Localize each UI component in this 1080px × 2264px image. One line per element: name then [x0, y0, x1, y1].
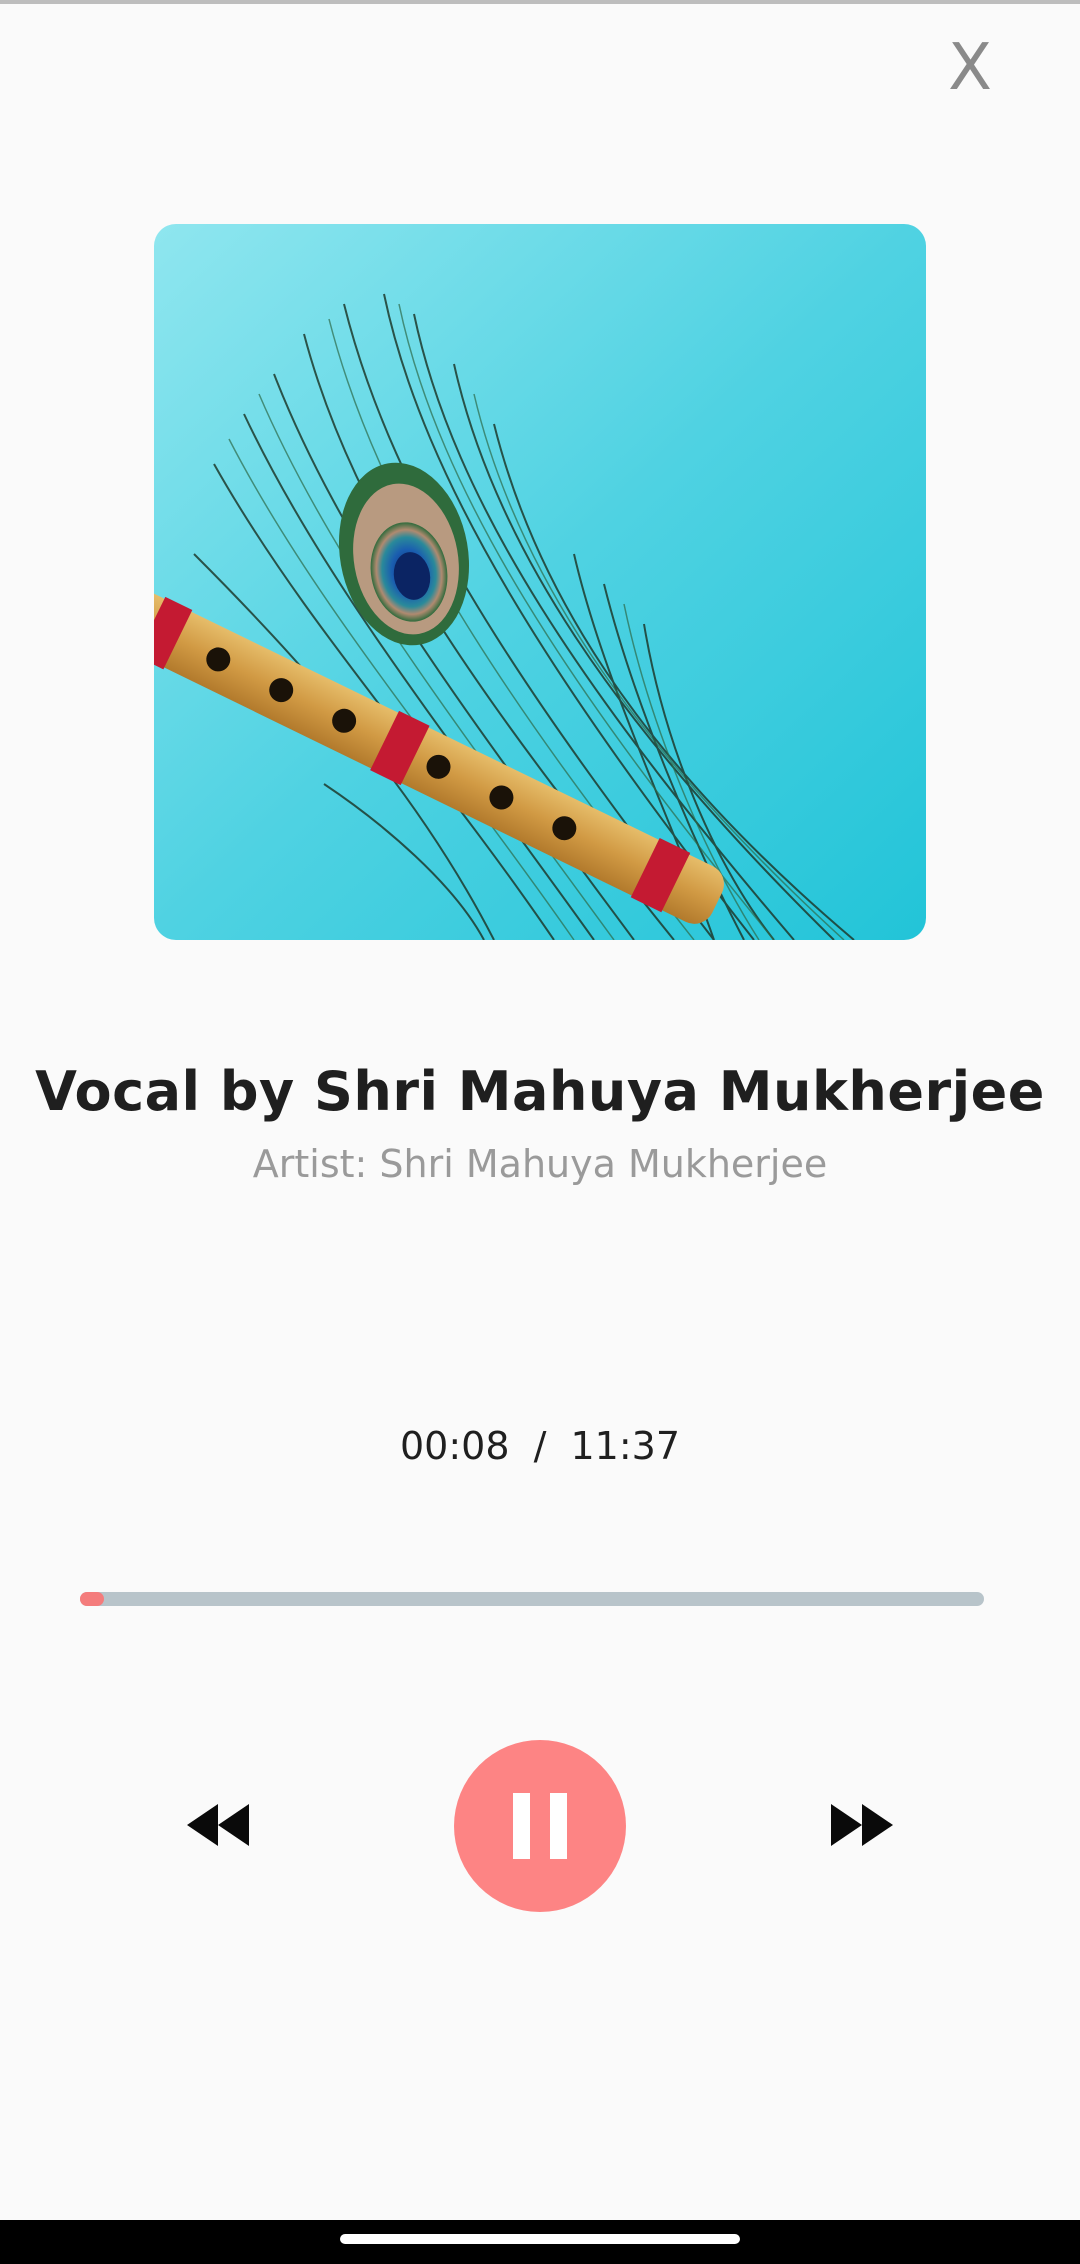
- seek-bar[interactable]: [80, 1592, 984, 1606]
- pause-icon[interactable]: [513, 1793, 567, 1859]
- album-art-image: [154, 224, 926, 940]
- seek-bar-progress[interactable]: [80, 1592, 104, 1606]
- play-pause-button[interactable]: [454, 1740, 626, 1912]
- system-nav-bar: [0, 2220, 1080, 2264]
- close-button[interactable]: X: [930, 28, 1010, 108]
- elapsed-time: 00:08: [399, 1424, 510, 1468]
- song-artist: Artist: Shri Mahuya Mukherjee: [252, 1142, 828, 1186]
- fast-forward-button[interactable]: [812, 1780, 912, 1870]
- rewind-icon[interactable]: [187, 1804, 249, 1846]
- status-divider: [0, 0, 1080, 4]
- fast-forward-icon[interactable]: [831, 1804, 893, 1846]
- rewind-button[interactable]: [168, 1780, 268, 1870]
- close-icon[interactable]: X: [948, 31, 992, 105]
- home-indicator[interactable]: [340, 2234, 740, 2244]
- total-duration: 11:37: [570, 1424, 681, 1468]
- song-title: Vocal by Shri Mahuya Mukherjee: [35, 1060, 1045, 1123]
- album-art: [154, 224, 926, 940]
- time-separator: /: [533, 1424, 547, 1468]
- time-display: 00:08 / 11:37: [0, 1424, 1080, 1468]
